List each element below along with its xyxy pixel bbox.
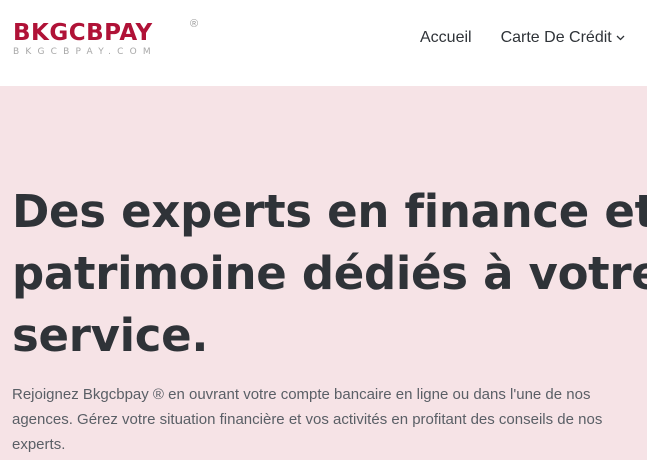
nav-item-carte-de-credit[interactable]: Carte De Crédit: [501, 29, 625, 47]
hero-description: Rejoignez Bkgcbpay ® en ouvrant votre co…: [12, 386, 603, 453]
nav-item-accueil[interactable]: Accueil: [420, 29, 472, 47]
hero-section: Des experts en finance et patrimoine déd…: [0, 86, 647, 460]
chevron-down-icon: [616, 35, 625, 41]
brand-logo-wordmark: BKGCBPAY: [13, 20, 153, 46]
brand-logo-domain: BKGCBPAY.COM: [13, 47, 157, 57]
nav-item-label: Carte De Crédit: [500, 29, 612, 46]
hero-title: Des experts en finance et patrimoine déd…: [12, 181, 647, 367]
hero-title-line: patrimoine dédiés à votre: [12, 247, 647, 300]
nav-item-label: Accueil: [420, 29, 472, 46]
site-header: BKGCBPAY ® BKGCBPAY.COM Accueil Carte De…: [0, 0, 647, 86]
registered-mark: ®: [190, 18, 199, 30]
hero-title-line: Des experts en finance et: [12, 185, 647, 238]
brand-logo[interactable]: BKGCBPAY ® BKGCBPAY.COM: [13, 18, 198, 57]
hero-title-line: service.: [12, 309, 209, 362]
main-nav: Accueil Carte De Crédit: [420, 27, 625, 49]
